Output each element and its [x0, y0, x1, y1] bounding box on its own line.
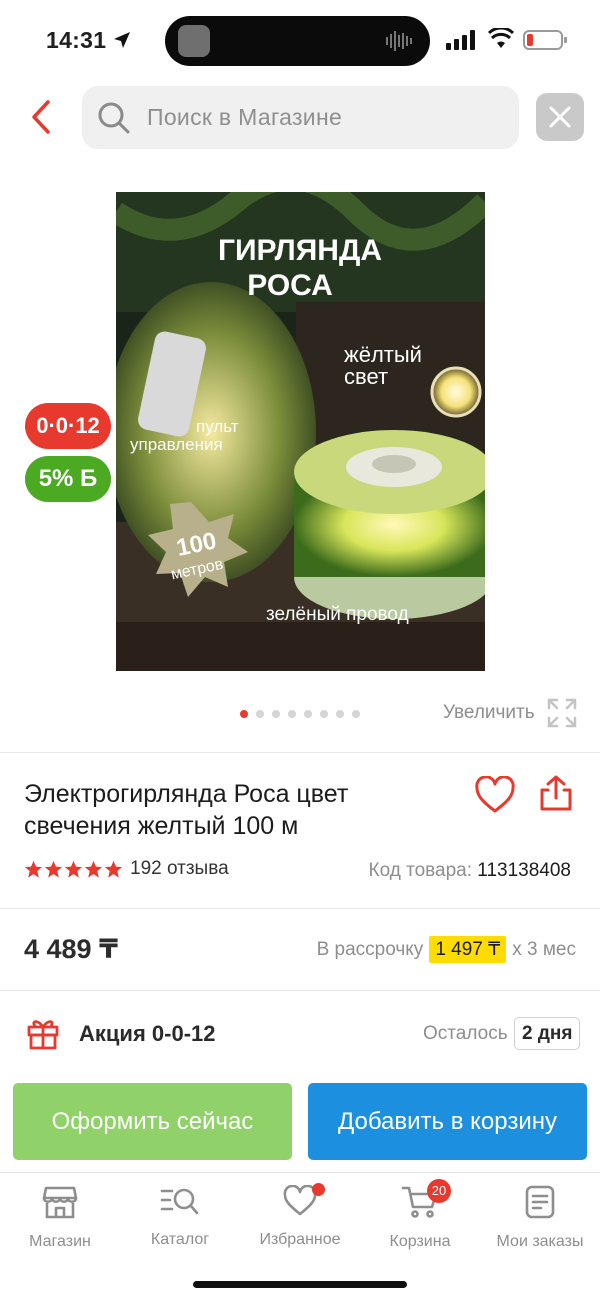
tab-cart-label: Корзина — [389, 1233, 451, 1250]
bonus-currency: Б — [80, 465, 98, 492]
installment-badge: 0·0·12 — [25, 403, 111, 449]
close-icon — [549, 106, 571, 128]
tab-orders-label: Мои заказы — [496, 1233, 584, 1250]
garland-illustration: ГИРЛЯНДА РОСА жёлтый свет пульт управлен… — [116, 192, 485, 671]
promo-label[interactable]: Акция 0-0-12 — [79, 1021, 216, 1047]
add-to-cart-button[interactable]: Добавить в корзину — [308, 1083, 587, 1160]
favorites-dot-badge — [312, 1183, 325, 1196]
star-icon — [44, 860, 63, 878]
expand-icon[interactable] — [546, 697, 578, 729]
favorite-heart-icon[interactable] — [474, 776, 516, 814]
audio-wave-icon — [386, 31, 412, 51]
overlay-remote-2: управления — [130, 435, 223, 454]
tab-favorites[interactable]: Избранное — [240, 1183, 360, 1249]
location-arrow-icon — [114, 32, 130, 48]
tab-cart[interactable]: 20 Корзина — [360, 1179, 480, 1251]
rating-stars — [24, 860, 123, 879]
home-indicator — [193, 1281, 407, 1288]
orders-icon — [525, 1185, 555, 1219]
tab-store[interactable]: Магазин — [0, 1185, 120, 1251]
gallery-controls: Увеличить — [0, 690, 600, 736]
star-icon — [84, 860, 103, 878]
search-placeholder: Поиск в Магазине — [147, 104, 343, 130]
bonus-badge: 5% Б — [25, 456, 111, 502]
tab-catalog-label: Каталог — [150, 1231, 210, 1248]
overlay-remote-1: пульт — [196, 417, 239, 436]
battery-icon — [523, 30, 567, 50]
share-icon[interactable] — [538, 774, 574, 812]
gallery-dot[interactable] — [288, 710, 296, 718]
divider — [0, 908, 600, 909]
gallery-dot[interactable] — [336, 710, 344, 718]
tab-catalog[interactable]: Каталог — [120, 1185, 240, 1249]
installment-term: х 3 мес — [512, 938, 576, 960]
status-time: 14:31 — [46, 27, 107, 53]
gallery-dots — [240, 710, 360, 718]
installment-amount: 1 497 ₸ — [429, 936, 507, 963]
promo-remaining-label: Осталось — [423, 1023, 508, 1044]
cellular-signal-icon — [446, 30, 475, 50]
overlay-wire: зелёный провод — [266, 604, 409, 625]
promo-remaining-days: 2 дня — [514, 1017, 581, 1050]
zoom-label[interactable]: Увеличить — [443, 702, 535, 724]
search-icon — [98, 102, 130, 134]
star-icon — [64, 860, 83, 878]
store-icon — [42, 1186, 78, 1219]
cart-count-badge: 20 — [427, 1179, 451, 1203]
divider — [0, 990, 600, 991]
installment-info[interactable]: В рассрочку 1 497 ₸ х 3 мес — [317, 936, 576, 963]
bonus-percent: 5% — [38, 465, 74, 492]
back-arrow-icon[interactable] — [22, 96, 64, 138]
product-price: 4 489 ₸ — [24, 934, 118, 964]
star-icon — [104, 860, 123, 878]
dynamic-island — [165, 16, 430, 66]
search-input[interactable]: Поиск в Магазине — [82, 86, 519, 149]
gallery-dot[interactable] — [352, 710, 360, 718]
clear-search-button[interactable] — [536, 93, 584, 141]
gallery-dot[interactable] — [272, 710, 280, 718]
divider — [0, 752, 600, 753]
rating-row[interactable]: 192 отзыва — [24, 858, 229, 880]
overlay-headline-2: РОСА — [247, 269, 333, 302]
tab-store-label: Магазин — [29, 1233, 91, 1250]
gallery-dot[interactable] — [304, 710, 312, 718]
status-bar: 14:31 — [0, 0, 600, 80]
product-code-label: Код товара: — [368, 860, 473, 881]
gallery-dot[interactable] — [320, 710, 328, 718]
tab-orders[interactable]: Мои заказы — [480, 1185, 600, 1251]
star-icon — [24, 860, 43, 878]
overlay-headline-1: ГИРЛЯНДА — [218, 234, 382, 267]
installment-label: В рассрочку — [316, 938, 424, 960]
gallery-dot[interactable] — [240, 710, 248, 718]
product-title: Электрогирлянда Роса цвет свечения желты… — [24, 780, 349, 840]
product-code: Код товара: 113138408 — [369, 860, 571, 882]
tab-favorites-label: Избранное — [259, 1231, 341, 1248]
catalog-search-icon — [160, 1188, 199, 1215]
app-thumbnail-icon — [178, 25, 210, 57]
gift-icon — [27, 1020, 59, 1050]
product-image[interactable]: ГИРЛЯНДА РОСА жёлтый свет пульт управлен… — [116, 192, 485, 671]
wifi-icon — [488, 28, 514, 48]
reviews-count[interactable]: 192 отзыва — [130, 858, 229, 880]
buy-now-button[interactable]: Оформить сейчас — [13, 1083, 292, 1160]
overlay-color-2: свет — [344, 364, 388, 389]
product-code-value: 113138408 — [477, 860, 571, 881]
gallery-dot[interactable] — [256, 710, 264, 718]
